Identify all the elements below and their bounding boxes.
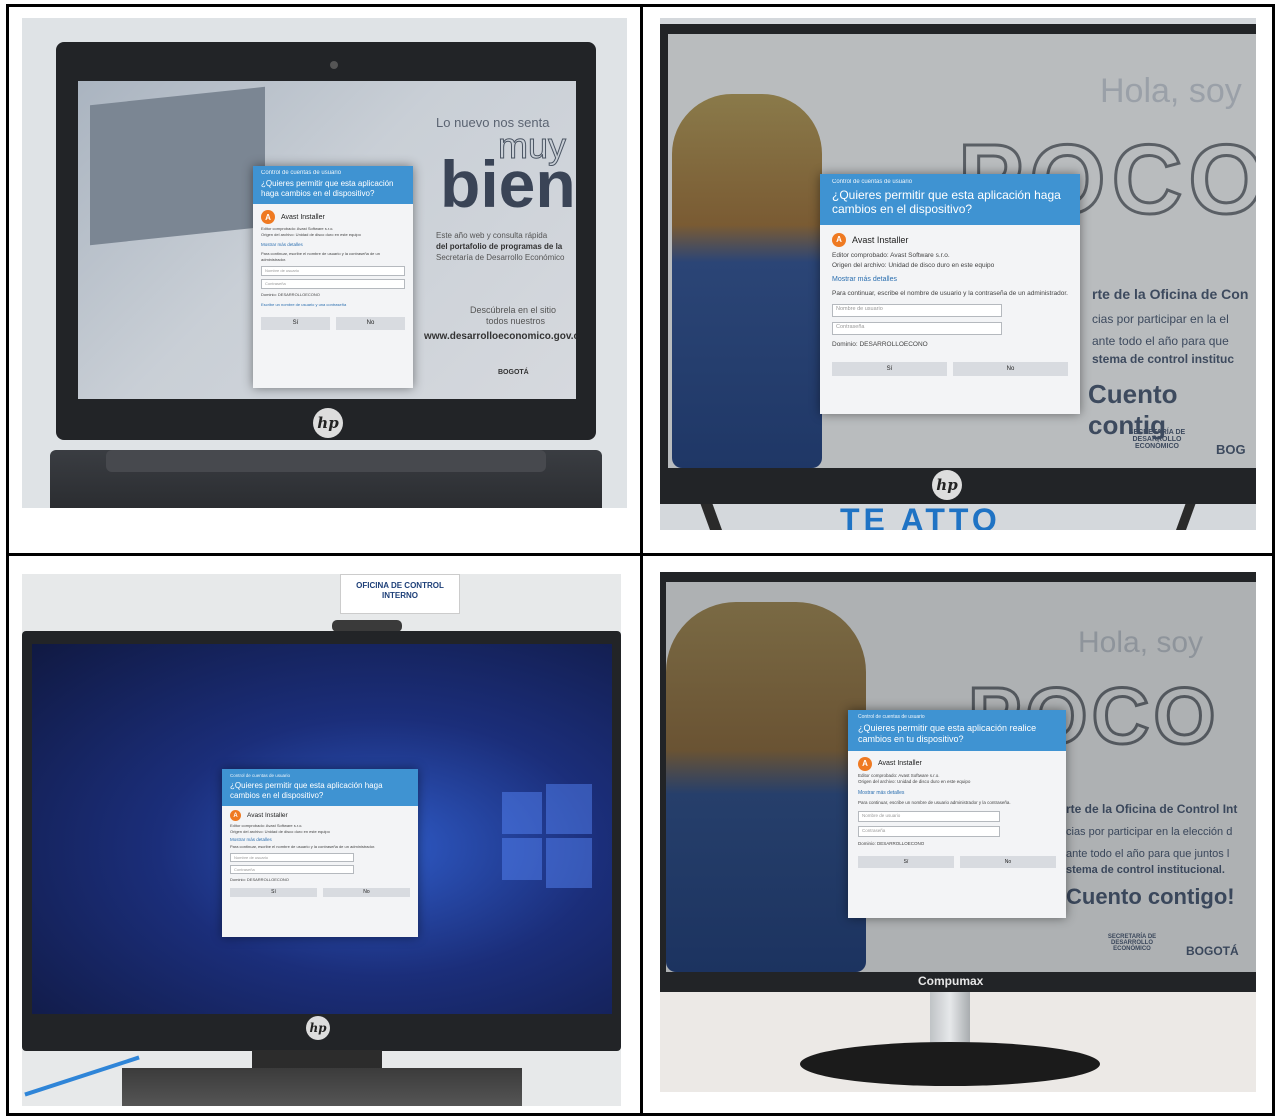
grid-divider-horizontal: [6, 553, 1275, 556]
grid-divider-vertical: [640, 4, 643, 1116]
